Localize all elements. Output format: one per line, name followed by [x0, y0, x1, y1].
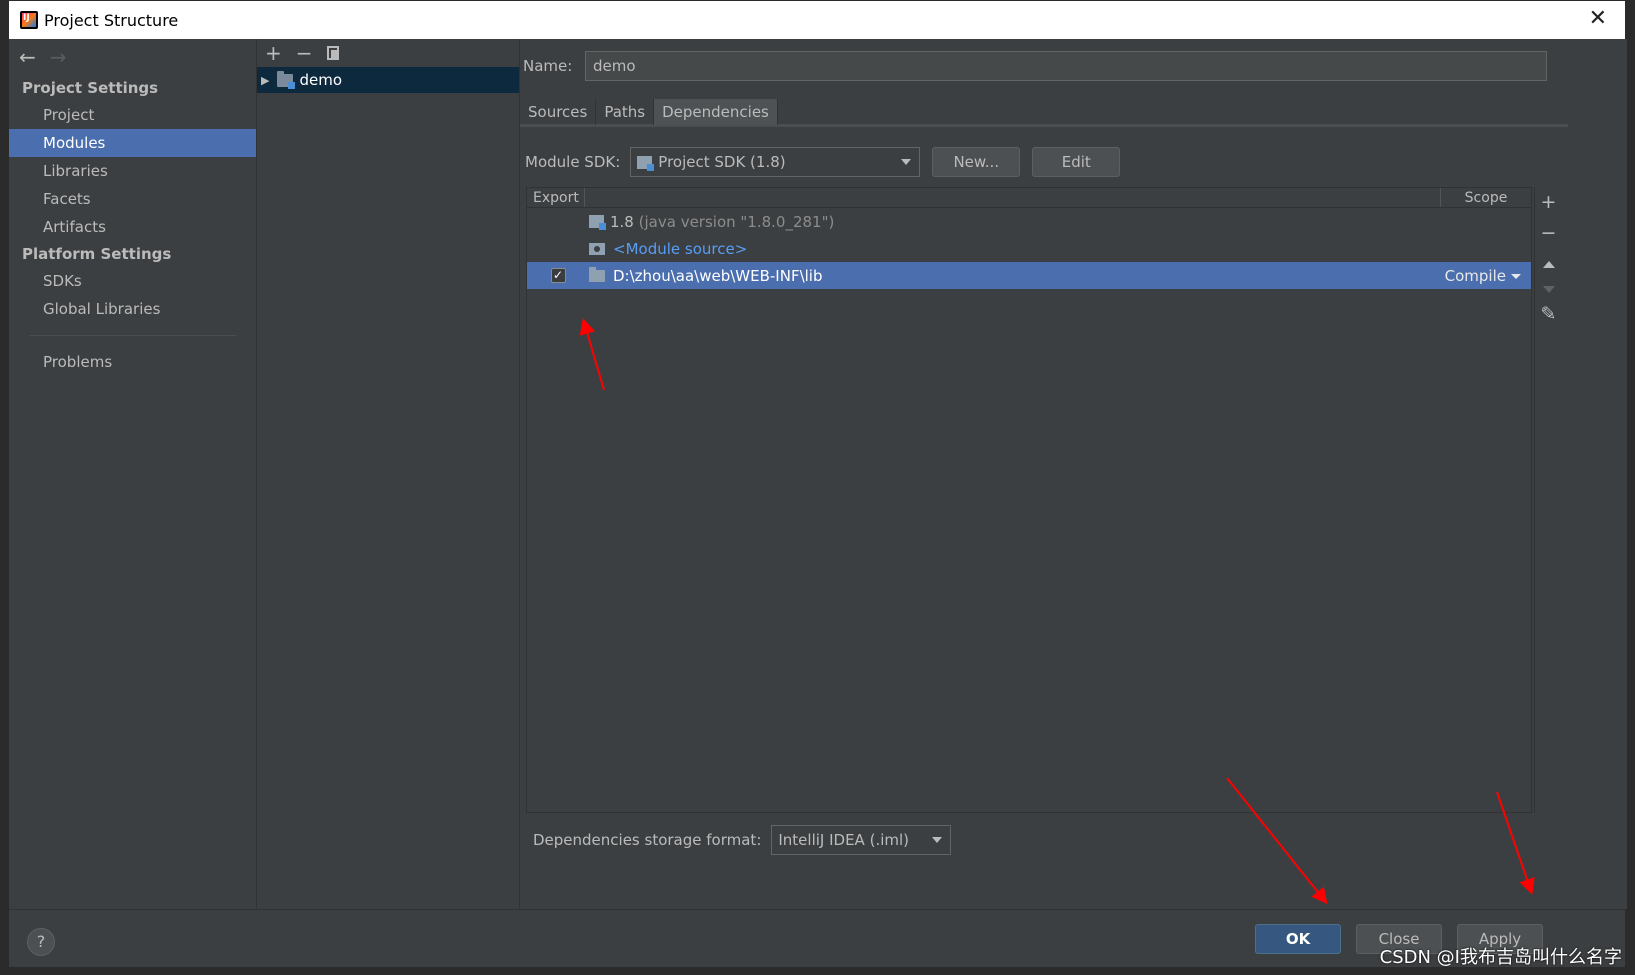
- module-sdk-select[interactable]: Project SDK (1.8): [630, 147, 921, 177]
- export-checkbox[interactable]: ✓: [550, 268, 566, 283]
- sidebar-item-sdks[interactable]: SDKs: [9, 267, 256, 295]
- dependency-name-cell: 1.8 (java version "1.8.0_281"): [589, 213, 1441, 231]
- dependency-name-cell: D:\zhou\aa\web\WEB-INF\lib: [589, 266, 1441, 285]
- dependencies-toolbar: + − ✎: [1534, 187, 1562, 813]
- sidebar-item-global-libraries[interactable]: Global Libraries: [9, 295, 256, 323]
- tab-sources[interactable]: Sources: [520, 99, 597, 125]
- module-tree-panel: + − ▶ demo: [257, 39, 520, 909]
- nav-arrows: ← →: [9, 39, 256, 75]
- divider: [29, 335, 236, 336]
- move-up-icon[interactable]: [1542, 261, 1555, 268]
- csdn-watermark: CSDN @I我布吉岛叫什么名字: [1379, 947, 1622, 968]
- table-header: Export Scope: [527, 188, 1531, 208]
- ok-button[interactable]: OK: [1255, 924, 1341, 954]
- storage-format-row: Dependencies storage format: IntelliJ ID…: [533, 825, 952, 855]
- table-row[interactable]: ✓ D:\zhou\aa\web\WEB-INF\lib Compile: [527, 262, 1531, 289]
- name-label: Name:: [523, 57, 573, 75]
- chevron-down-icon: [901, 159, 912, 165]
- sidebar-item-modules[interactable]: Modules: [9, 129, 256, 157]
- dialog-title: Project Structure: [44, 10, 179, 30]
- tab-dependencies[interactable]: Dependencies: [654, 99, 778, 125]
- remove-dependency-icon[interactable]: −: [1541, 224, 1557, 243]
- jdk-folder-icon: [589, 215, 606, 230]
- dependency-detail: (java version "1.8.0_281"): [638, 212, 835, 231]
- expand-arrow-icon[interactable]: ▶: [261, 74, 269, 87]
- scope-value: Compile: [1444, 266, 1506, 285]
- module-name-field[interactable]: demo: [585, 51, 1547, 81]
- tree-node-demo[interactable]: ▶ demo: [257, 67, 519, 93]
- dependency-name: 1.8: [610, 212, 634, 231]
- column-header-name[interactable]: [585, 188, 1441, 207]
- module-sdk-label: Module SDK:: [525, 153, 621, 171]
- title-bar: Project Structure ✕: [9, 1, 1625, 39]
- table-row[interactable]: <Module source>: [527, 235, 1531, 262]
- sidebar-item-libraries[interactable]: Libraries: [9, 157, 256, 185]
- name-row: Name: demo: [523, 51, 1547, 81]
- module-sdk-row: Module SDK: Project SDK (1.8) New... Edi…: [525, 147, 1121, 177]
- tab-paths[interactable]: Paths: [596, 99, 655, 125]
- storage-format-select[interactable]: IntelliJ IDEA (.iml): [771, 825, 952, 855]
- edit-sdk-button[interactable]: Edit: [1032, 147, 1121, 177]
- storage-format-value: IntelliJ IDEA (.iml): [778, 831, 910, 849]
- dependency-name: <Module source>: [613, 239, 748, 258]
- sidebar-item-facets[interactable]: Facets: [9, 185, 256, 213]
- sidebar-item-artifacts[interactable]: Artifacts: [9, 213, 256, 241]
- dependency-name-cell: <Module source>: [589, 240, 1441, 258]
- source-folder-icon: [589, 242, 605, 255]
- scope-select[interactable]: Compile: [1441, 267, 1531, 285]
- close-icon[interactable]: ✕: [1589, 8, 1607, 30]
- chevron-down-icon: [932, 837, 943, 843]
- move-down-icon[interactable]: [1542, 286, 1555, 293]
- sidebar-item-problems[interactable]: Problems: [9, 348, 256, 376]
- platform-settings-heading: Platform Settings: [22, 245, 172, 263]
- forward-arrow-icon[interactable]: →: [50, 45, 67, 69]
- dependencies-table: Export Scope 1.8 (java version "1.8.0_28…: [526, 187, 1532, 813]
- module-folder-icon: [277, 70, 296, 89]
- back-arrow-icon[interactable]: ←: [19, 45, 36, 69]
- module-settings-panel: Name: demo Sources Paths Dependencies Mo…: [520, 39, 1627, 909]
- intellij-logo-icon: [20, 11, 38, 29]
- module-tree-toolbar: + −: [257, 39, 519, 67]
- remove-module-icon[interactable]: −: [296, 41, 313, 65]
- column-header-export[interactable]: Export: [527, 188, 585, 207]
- add-dependency-icon[interactable]: +: [1541, 193, 1557, 212]
- table-row[interactable]: 1.8 (java version "1.8.0_281"): [527, 208, 1531, 235]
- settings-sidebar: ← → Project Settings Project Modules Lib…: [9, 39, 257, 909]
- export-cell: ✓: [527, 268, 589, 283]
- library-folder-icon: [589, 266, 605, 282]
- chevron-down-icon: [1511, 273, 1521, 279]
- project-settings-heading: Project Settings: [22, 79, 159, 97]
- help-icon[interactable]: ?: [27, 928, 55, 956]
- sidebar-item-project[interactable]: Project: [9, 101, 256, 129]
- storage-format-label: Dependencies storage format:: [533, 831, 762, 849]
- column-header-scope[interactable]: Scope: [1441, 188, 1531, 207]
- module-tabs: Sources Paths Dependencies: [520, 99, 1568, 127]
- project-structure-dialog: Project Structure ✕ ← → Project Settings…: [8, 0, 1627, 967]
- module-sdk-value: Project SDK (1.8): [658, 153, 786, 171]
- sdk-folder-icon: [637, 155, 655, 171]
- new-sdk-button[interactable]: New...: [932, 147, 1021, 177]
- add-module-icon[interactable]: +: [265, 41, 282, 65]
- tree-node-label: demo: [299, 71, 343, 89]
- dependency-name: D:\zhou\aa\web\WEB-INF\lib: [613, 266, 823, 285]
- copy-module-icon[interactable]: [326, 46, 339, 60]
- edit-pencil-icon[interactable]: ✎: [1541, 305, 1557, 324]
